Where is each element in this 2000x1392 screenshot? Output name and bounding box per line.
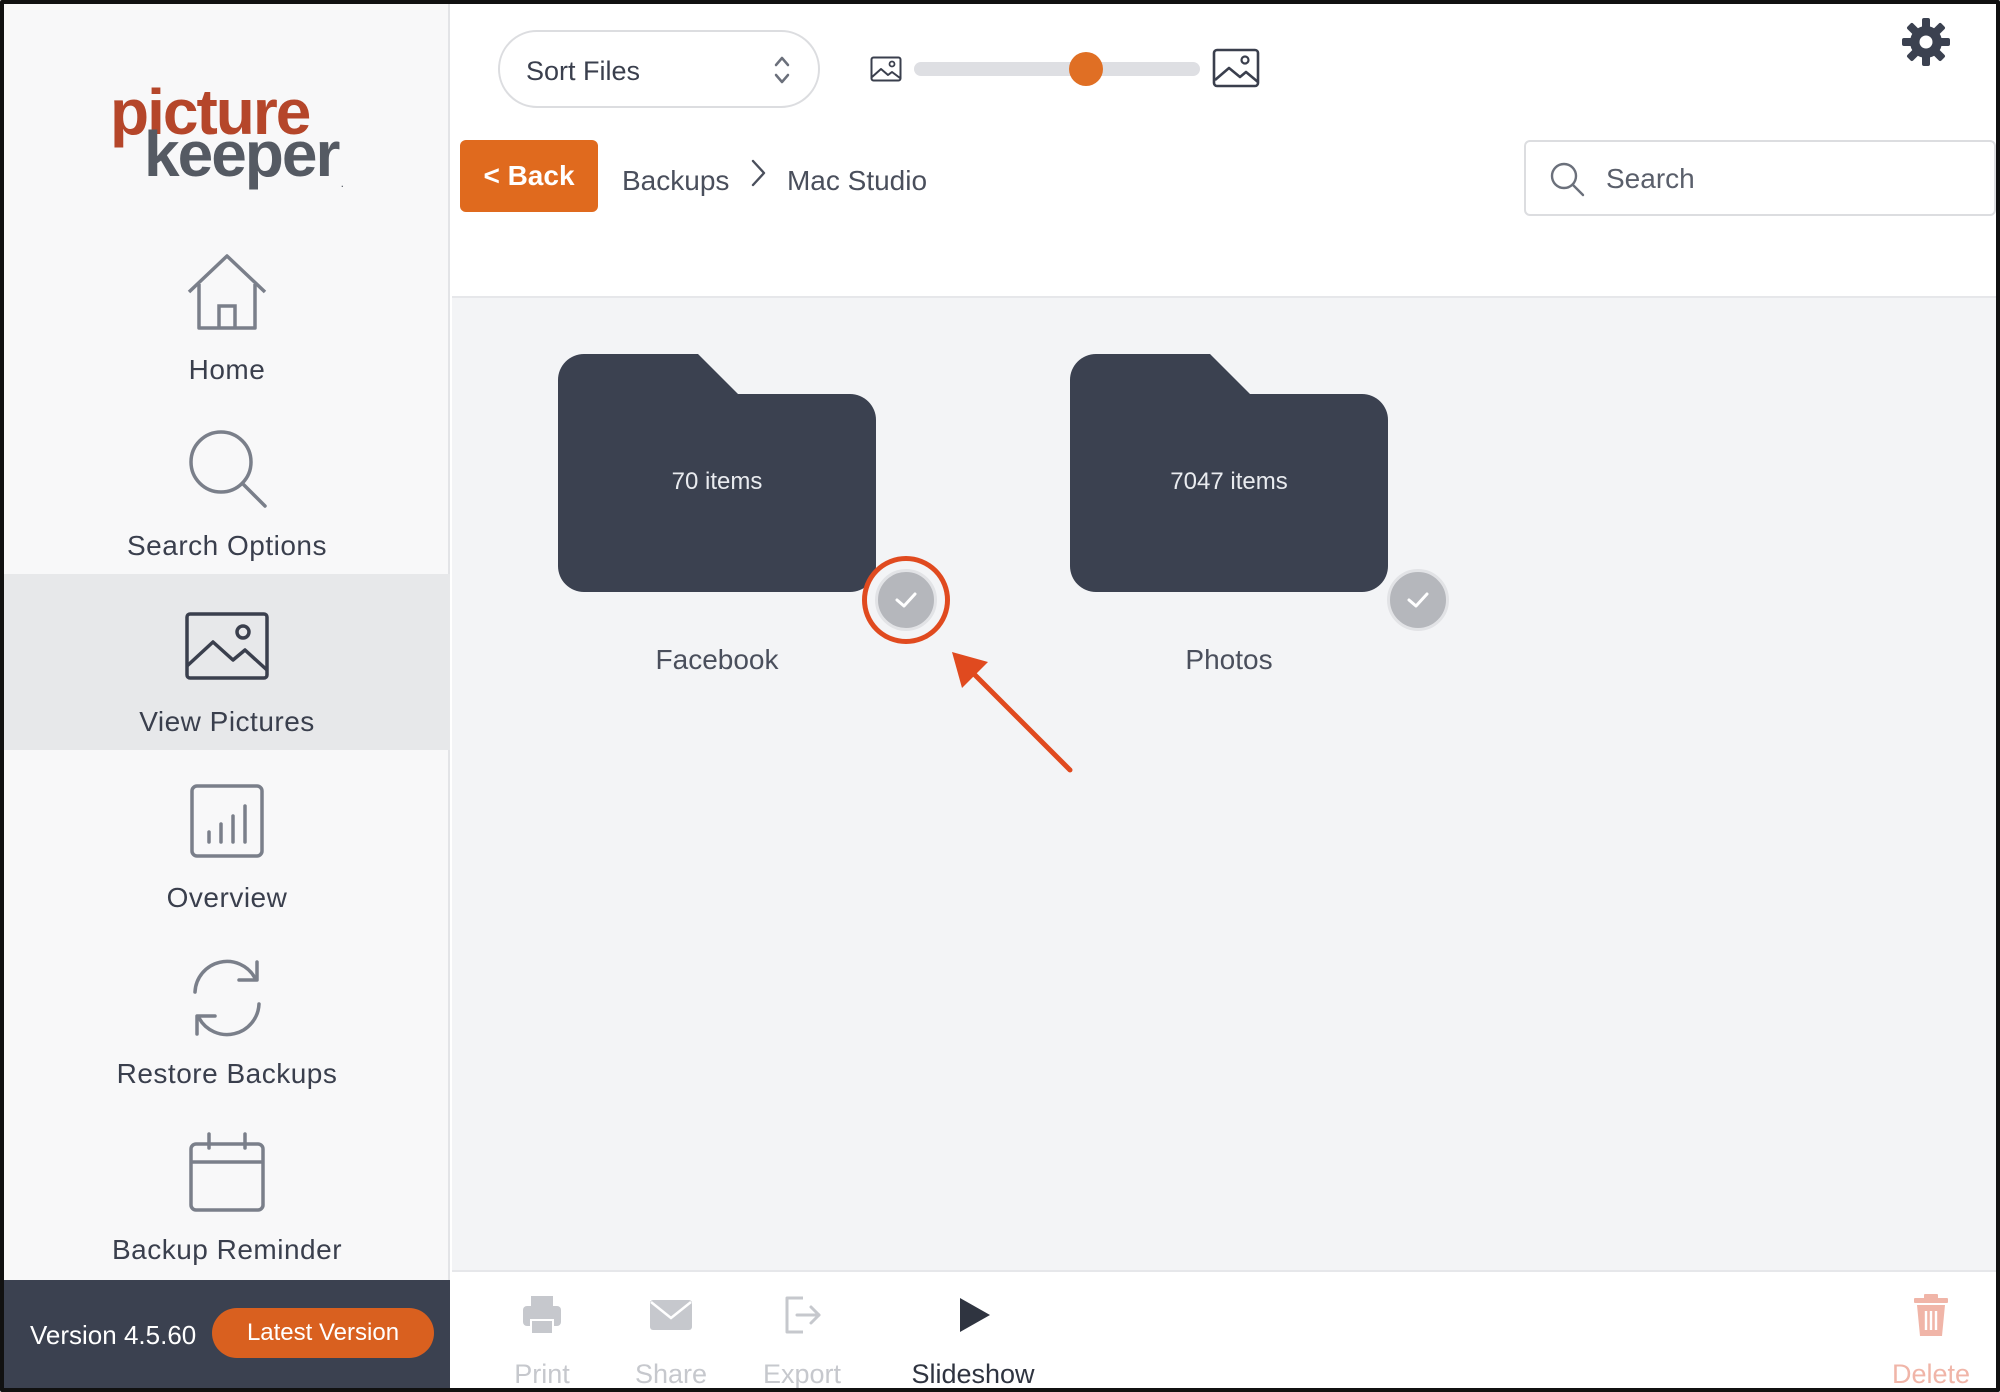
envelope-icon [650, 1300, 692, 1330]
print-label: Print [514, 1359, 570, 1389]
delete-label: Delete [1891, 1359, 1971, 1389]
sidebar-item-label: Restore Backups [116, 1058, 338, 1089]
folder-name: Photos [1185, 644, 1273, 675]
checkmark-icon [895, 592, 917, 608]
bar-chart-icon [190, 784, 264, 858]
large-thumbnail-icon[interactable] [1212, 48, 1260, 88]
breadcrumb-backups[interactable]: Backups [622, 165, 729, 197]
search-icon [189, 430, 267, 508]
sort-files-label: Sort Files [526, 56, 641, 86]
picture-icon [185, 612, 269, 680]
breadcrumb: Backups Mac Studio [622, 158, 927, 197]
folder-grid: 70 items Facebook 7047 items Photos [452, 296, 1996, 1270]
sidebar: picture keeper . Home Search Options Vie… [4, 4, 450, 1388]
bottom-toolbar: Print Share Export Slideshow Delete [452, 1270, 1996, 1389]
version-bar: Version 4.5.60 Latest Version [4, 1280, 450, 1388]
folder-name: Facebook [655, 644, 779, 675]
delete-button[interactable]: Delete [1876, 1292, 1986, 1389]
export-icon [785, 1296, 821, 1334]
search-field[interactable] [1524, 140, 1996, 216]
sidebar-item-restore-backups[interactable]: Restore Backups [4, 934, 450, 1110]
chevron-right-icon [751, 159, 766, 187]
sidebar-item-overview[interactable]: Overview [4, 758, 450, 934]
refresh-icon [193, 959, 261, 1037]
calendar-icon [189, 1132, 265, 1212]
logo-line-2: keeper [144, 118, 340, 190]
latest-version-badge: Latest Version [212, 1308, 434, 1358]
sidebar-item-search-options[interactable]: Search Options [4, 406, 450, 582]
folder-facebook[interactable]: 70 items [558, 354, 876, 592]
share-button[interactable]: Share [616, 1292, 726, 1389]
folder-item-count: 7047 items [1170, 468, 1288, 495]
sidebar-item-backup-reminder[interactable]: Backup Reminder [4, 1110, 450, 1286]
play-icon [960, 1298, 990, 1332]
select-checkbox-photos[interactable] [1387, 569, 1449, 631]
home-icon [187, 254, 267, 330]
thumbnail-size-slider[interactable] [914, 62, 1200, 76]
sidebar-item-view-pictures[interactable]: View Pictures [4, 574, 450, 750]
printer-icon [523, 1296, 561, 1335]
sidebar-item-label: Backup Reminder [111, 1234, 343, 1265]
search-icon [1550, 162, 1585, 197]
small-thumbnail-icon[interactable] [870, 56, 902, 82]
print-button[interactable]: Print [492, 1292, 592, 1389]
slider-thumb[interactable] [1068, 52, 1103, 86]
back-button[interactable]: < Back [460, 140, 598, 212]
sidebar-item-label: Search Options [127, 530, 327, 561]
checkmark-icon [1407, 592, 1429, 608]
sidebar-item-label: Home [188, 354, 266, 385]
annotation-arrow-icon [952, 652, 1073, 773]
picturekeeper-logo: picture keeper . [110, 80, 344, 190]
slideshow-label: Slideshow [911, 1359, 1035, 1389]
sidebar-item-label: Overview [166, 882, 288, 913]
folder-photos[interactable]: 7047 items [1070, 354, 1388, 592]
sidebar-item-home[interactable]: Home [4, 230, 450, 406]
search-input[interactable] [1606, 156, 1976, 202]
gear-icon[interactable] [1900, 16, 1952, 68]
updown-chevron-icon [774, 56, 790, 84]
sort-files-select[interactable]: Sort Files [498, 30, 820, 108]
export-button[interactable]: Export [750, 1292, 854, 1389]
select-checkbox-facebook[interactable] [875, 569, 937, 631]
trash-icon [1914, 1294, 1948, 1336]
folder-item-count: 70 items [671, 468, 763, 495]
export-label: Export [762, 1359, 842, 1389]
share-label: Share [634, 1359, 708, 1389]
slideshow-button[interactable]: Slideshow [890, 1292, 1056, 1389]
sidebar-item-label: View Pictures [139, 706, 315, 737]
version-text: Version 4.5.60 [30, 1320, 197, 1350]
logo-mark: . [340, 176, 344, 190]
app-window: picture keeper . Home Search Options Vie… [0, 0, 2000, 1392]
breadcrumb-mac-studio: Mac Studio [786, 164, 928, 196]
